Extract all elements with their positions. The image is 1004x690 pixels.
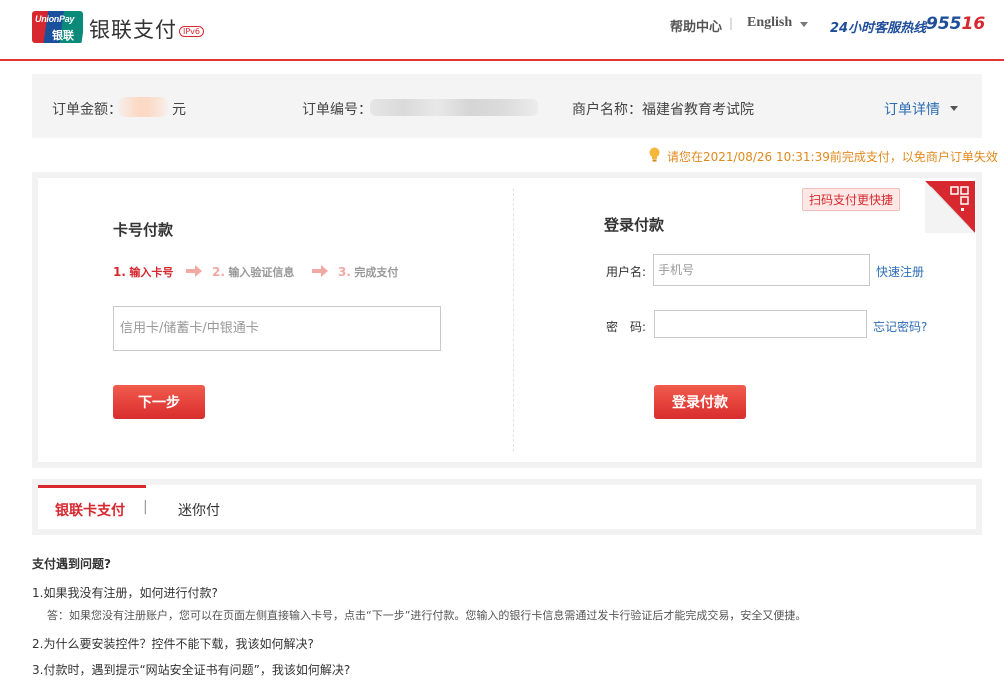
hotline-number: 95516: [926, 14, 985, 34]
step-1-label: 输入卡号: [129, 266, 174, 279]
hotline-number-part2: 16: [961, 14, 986, 34]
hotline-label: 24小时客服热线: [830, 21, 927, 36]
logo-card-text-top: UnionPay: [35, 14, 75, 24]
password-input[interactable]: [654, 310, 867, 338]
faq-title: 支付遇到问题?: [32, 557, 111, 571]
quick-register-link[interactable]: 快速注册: [876, 263, 924, 280]
password-label: 密 码:: [606, 320, 647, 334]
card-pay-title: 卡号付款: [113, 221, 174, 239]
panel-divider: [513, 188, 514, 452]
tab-unionpay-card[interactable]: 银联卡支付: [55, 500, 125, 520]
next-step-button[interactable]: 下一步: [113, 385, 205, 419]
username-label: 用户名:: [606, 265, 647, 279]
step-arrow-icon: [186, 265, 202, 277]
order-amount-redacted: [118, 97, 168, 117]
nav-separator: |: [729, 16, 734, 30]
language-select[interactable]: English: [747, 15, 792, 31]
step-arrow-icon: [312, 265, 328, 277]
card-number-input[interactable]: [113, 306, 441, 351]
step-3-number: 3.: [338, 265, 351, 279]
tab-mini-pay[interactable]: 迷你付: [178, 500, 220, 520]
active-tab-indicator: [38, 485, 146, 488]
forgot-password-link[interactable]: 忘记密码?: [873, 318, 927, 335]
chevron-down-icon[interactable]: [800, 22, 808, 27]
step-3-label: 完成支付: [354, 266, 399, 279]
help-center-link[interactable]: 帮助中心: [670, 16, 722, 35]
login-pay-title: 登录付款: [604, 216, 665, 234]
merchant-label: 商户名称：: [572, 102, 642, 118]
logo-card-text-bottom: 银联: [52, 29, 74, 42]
hotline-number-part1: 955: [926, 14, 962, 34]
faq-question-1[interactable]: 1.如果我没有注册，如何进行付款?: [32, 584, 218, 601]
ipv6-badge: IPv6: [179, 26, 205, 37]
login-pay-button[interactable]: 登录付款: [654, 385, 746, 419]
merchant-name: 福建省教育考试院: [642, 102, 754, 118]
payment-deadline-notice: 请您在2021/08/26 10:31:39前完成支付，以免商户订单失效: [667, 150, 998, 164]
step-1-number: 1.: [113, 265, 126, 279]
faq-answer-1: 答：如果您没有注册账户，您可以在页面左侧直接输入卡号，点击“下一步”进行付款。您…: [47, 609, 807, 622]
logo-text: 银联支付: [89, 18, 177, 42]
faq-question-2[interactable]: 2.为什么要安装控件？控件不能下载，我该如何解决?: [32, 635, 314, 652]
username-input[interactable]: [653, 254, 870, 286]
step-1: 1. 输入卡号: [113, 264, 173, 280]
tab-separator: |: [143, 499, 148, 515]
step-2: 2. 输入验证信息: [212, 264, 294, 280]
order-number-redacted: [370, 99, 538, 116]
order-detail-link[interactable]: 订单详情: [884, 99, 940, 119]
order-amount-label: 订单金额：: [52, 102, 122, 118]
step-3: 3. 完成支付: [338, 264, 398, 280]
step-2-label: 输入验证信息: [228, 266, 295, 279]
qr-pay-tag[interactable]: 扫码支付更快捷: [802, 188, 901, 211]
unionpay-logo[interactable]: UnionPay 银联: [32, 11, 83, 43]
qr-code-icon[interactable]: [925, 181, 975, 233]
faq-question-3[interactable]: 3.付款时，遇到提示“网站安全证书有问题”，我该如何解决?: [32, 661, 350, 678]
order-detail-chevron-icon[interactable]: [950, 106, 958, 111]
step-2-number: 2.: [212, 265, 225, 279]
header-divider: [0, 59, 1004, 61]
lightbulb-icon: [649, 147, 660, 162]
order-number-label: 订单编号：: [302, 102, 372, 118]
order-amount-unit: 元: [172, 102, 186, 118]
